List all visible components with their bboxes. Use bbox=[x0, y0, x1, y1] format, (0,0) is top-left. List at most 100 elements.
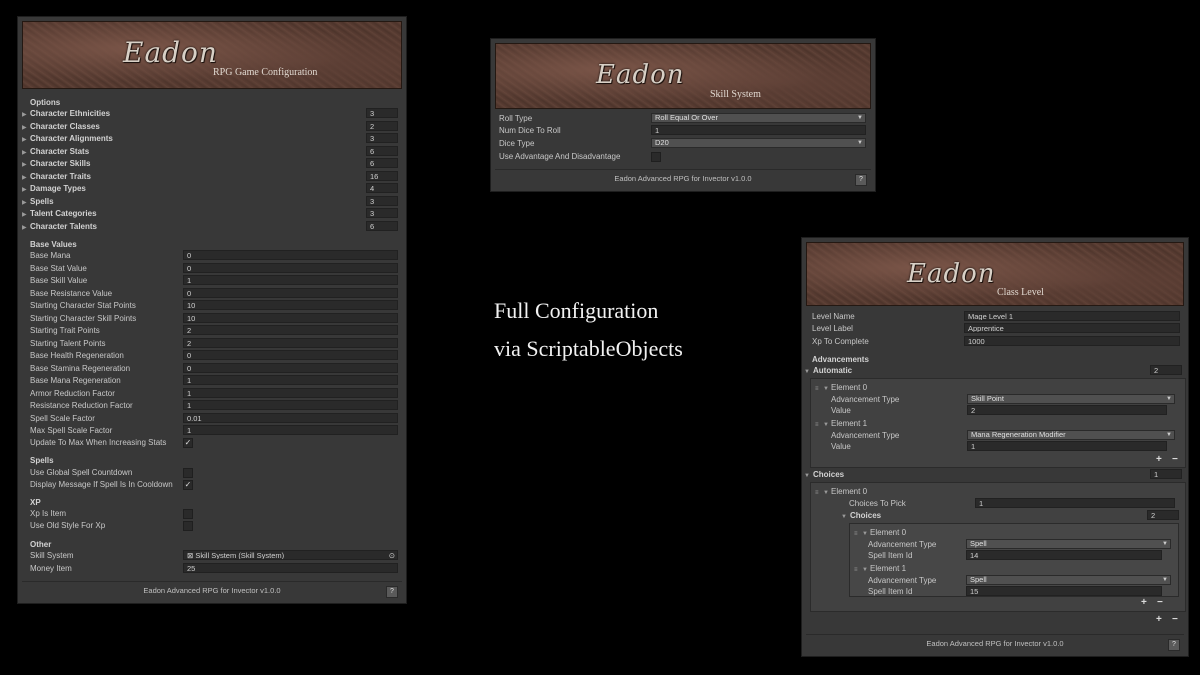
inner-choices-foldout[interactable]: ▼ Choices 2 bbox=[841, 510, 1181, 521]
c1-spell-field[interactable]: 15 bbox=[966, 586, 1162, 596]
triangle-down-icon: ▼ bbox=[804, 473, 810, 479]
automatic-count-field[interactable]: 2 bbox=[1150, 365, 1182, 375]
auto0-type-dropdown[interactable]: Skill Point ▼ bbox=[967, 394, 1175, 404]
options-foldout-row[interactable]: ▶ Character Traits 16 bbox=[22, 170, 398, 182]
auto-element1-foldout[interactable]: ≡ ▼ Element 1 bbox=[815, 418, 1175, 429]
auto0-type-row: Advancement Type Skill Point ▼ bbox=[831, 394, 1181, 405]
base-value-field[interactable]: 1 bbox=[183, 400, 398, 410]
money-item-field[interactable]: 25 bbox=[183, 563, 398, 573]
inner-choices-add-button[interactable]: + bbox=[1141, 597, 1147, 608]
advantage-row: Use Advantage And Disadvantage bbox=[499, 151, 869, 162]
roll-type-dropdown[interactable]: Roll Equal Or Over ▼ bbox=[651, 113, 866, 123]
base-values-header: Base Values bbox=[30, 240, 77, 249]
options-foldout-row[interactable]: ▶ Character Skills 6 bbox=[22, 158, 398, 169]
help-button[interactable]: ? bbox=[855, 174, 867, 186]
option-count-field[interactable]: 6 bbox=[366, 145, 398, 156]
base-value-field[interactable]: 0 bbox=[183, 350, 398, 360]
skill-system-object-field[interactable]: ⊠ Skill System (Skill System) ⊙ bbox=[183, 550, 398, 560]
inner-element1-foldout[interactable]: ≡ ▼ Element 1 bbox=[854, 563, 1174, 574]
level-name-field[interactable]: Mage Level 1 bbox=[964, 311, 1180, 321]
auto0-value-field[interactable]: 2 bbox=[967, 405, 1167, 415]
money-item-label: Money Item bbox=[30, 564, 72, 573]
base-value-field[interactable]: 10 bbox=[183, 312, 398, 323]
base-value-field[interactable]: 0 bbox=[183, 287, 398, 298]
option-count-field[interactable]: 3 bbox=[366, 108, 398, 118]
skill-system-banner: Eadon Skill System bbox=[495, 43, 871, 109]
dice-type-label: Dice Type bbox=[499, 139, 535, 148]
update-checkbox[interactable]: ✓ bbox=[183, 438, 193, 448]
automatic-add-button[interactable]: + bbox=[1156, 454, 1162, 465]
options-foldout-row[interactable]: ▶ Spells 3 bbox=[22, 195, 398, 207]
base-value-label: Spell Scale Factor bbox=[30, 413, 95, 423]
option-count-field[interactable]: 4 bbox=[366, 183, 398, 193]
xp-is-item-checkbox[interactable] bbox=[183, 509, 193, 519]
base-value-field[interactable]: 0 bbox=[183, 262, 398, 273]
options-foldout-row[interactable]: ▶ Character Stats 6 bbox=[22, 145, 398, 157]
automatic-remove-button[interactable]: − bbox=[1172, 454, 1178, 465]
base-value-field[interactable]: 0.01 bbox=[183, 412, 398, 423]
options-foldout-row[interactable]: ▶ Character Ethnicities 3 bbox=[22, 108, 398, 119]
base-value-field[interactable]: 0 bbox=[183, 250, 398, 260]
dice-type-dropdown[interactable]: D20 ▼ bbox=[651, 138, 866, 148]
option-count-field[interactable]: 16 bbox=[366, 170, 398, 181]
choice-element0-foldout[interactable]: ≡ ▼ Element 0 bbox=[815, 486, 1175, 497]
base-value-row: Spell Scale Factor 0.01 bbox=[30, 412, 400, 424]
choices-to-pick-field[interactable]: 1 bbox=[975, 498, 1175, 508]
c0-type-dropdown[interactable]: Spell ▼ bbox=[966, 539, 1171, 549]
option-count-field[interactable]: 6 bbox=[366, 158, 398, 168]
option-count-field[interactable]: 3 bbox=[366, 133, 398, 143]
choices-remove-button[interactable]: − bbox=[1172, 614, 1178, 625]
automatic-foldout[interactable]: ▼ Automatic 2 bbox=[804, 365, 1184, 376]
option-count-field[interactable]: 2 bbox=[366, 120, 398, 131]
help-button[interactable]: ? bbox=[386, 586, 398, 598]
base-value-field[interactable]: 10 bbox=[183, 300, 398, 310]
drag-handle-icon[interactable]: ≡ bbox=[854, 565, 858, 576]
inner-element0-foldout[interactable]: ≡ ▼ Element 0 bbox=[854, 527, 1174, 538]
drag-handle-icon[interactable]: ≡ bbox=[815, 384, 819, 395]
base-value-field[interactable]: 1 bbox=[183, 375, 398, 385]
base-value-field[interactable]: 1 bbox=[183, 387, 398, 398]
base-value-field[interactable]: 2 bbox=[183, 337, 398, 348]
auto1-type-dropdown[interactable]: Mana Regeneration Modifier ▼ bbox=[967, 430, 1175, 440]
options-foldout-row[interactable]: ▶ Character Talents 6 bbox=[22, 220, 398, 232]
level-label-field[interactable]: Apprentice bbox=[964, 323, 1180, 333]
num-dice-label: Num Dice To Roll bbox=[499, 126, 561, 135]
global-spell-checkbox[interactable] bbox=[183, 468, 193, 478]
old-style-checkbox[interactable] bbox=[183, 521, 193, 531]
drag-handle-icon[interactable]: ≡ bbox=[854, 529, 858, 540]
rpg-config-banner: Eadon RPG Game Configuration bbox=[22, 21, 402, 89]
display-msg-checkbox[interactable]: ✓ bbox=[183, 480, 193, 490]
dice-type-value: D20 bbox=[655, 138, 669, 147]
base-value-field[interactable]: 1 bbox=[183, 275, 398, 285]
xp-complete-field[interactable]: 1000 bbox=[964, 336, 1180, 346]
drag-handle-icon[interactable]: ≡ bbox=[815, 488, 819, 499]
option-count-field[interactable]: 3 bbox=[366, 195, 398, 206]
options-foldout-row[interactable]: ▶ Character Classes 2 bbox=[22, 120, 398, 132]
drag-handle-icon[interactable]: ≡ bbox=[815, 420, 819, 431]
option-count-field[interactable]: 3 bbox=[366, 208, 398, 218]
triangle-right-icon: ▶ bbox=[22, 199, 27, 206]
c0-spell-field[interactable]: 14 bbox=[966, 550, 1162, 560]
inner-choices-remove-button[interactable]: − bbox=[1157, 597, 1163, 608]
c1-type-dropdown[interactable]: Spell ▼ bbox=[966, 575, 1171, 585]
options-foldout-row[interactable]: ▶ Character Alignments 3 bbox=[22, 133, 398, 144]
auto1-value-field[interactable]: 1 bbox=[967, 441, 1167, 451]
rpg-config-footer: Eadon Advanced RPG for Invector v1.0.0 ? bbox=[22, 581, 402, 600]
choices-foldout[interactable]: ▼ Choices 1 bbox=[804, 469, 1184, 480]
help-button[interactable]: ? bbox=[1168, 639, 1180, 651]
object-picker-icon[interactable]: ⊙ bbox=[389, 551, 395, 559]
base-value-field[interactable]: 1 bbox=[183, 425, 398, 435]
options-foldout-row[interactable]: ▶ Talent Categories 3 bbox=[22, 208, 398, 219]
option-count-field[interactable]: 6 bbox=[366, 220, 398, 231]
options-foldout-row[interactable]: ▶ Damage Types 4 bbox=[22, 183, 398, 194]
advantage-checkbox[interactable] bbox=[651, 152, 661, 162]
choices-add-button[interactable]: + bbox=[1156, 614, 1162, 625]
inner-choices-label: Choices bbox=[850, 511, 882, 520]
auto-element0-foldout[interactable]: ≡ ▼ Element 0 bbox=[815, 382, 1175, 393]
spells-header: Spells bbox=[30, 456, 54, 465]
inner-choices-count-field[interactable]: 2 bbox=[1147, 510, 1179, 520]
num-dice-field[interactable]: 1 bbox=[651, 125, 866, 135]
base-value-field[interactable]: 2 bbox=[183, 325, 398, 335]
choices-count-field[interactable]: 1 bbox=[1150, 469, 1182, 479]
base-value-field[interactable]: 0 bbox=[183, 362, 398, 373]
